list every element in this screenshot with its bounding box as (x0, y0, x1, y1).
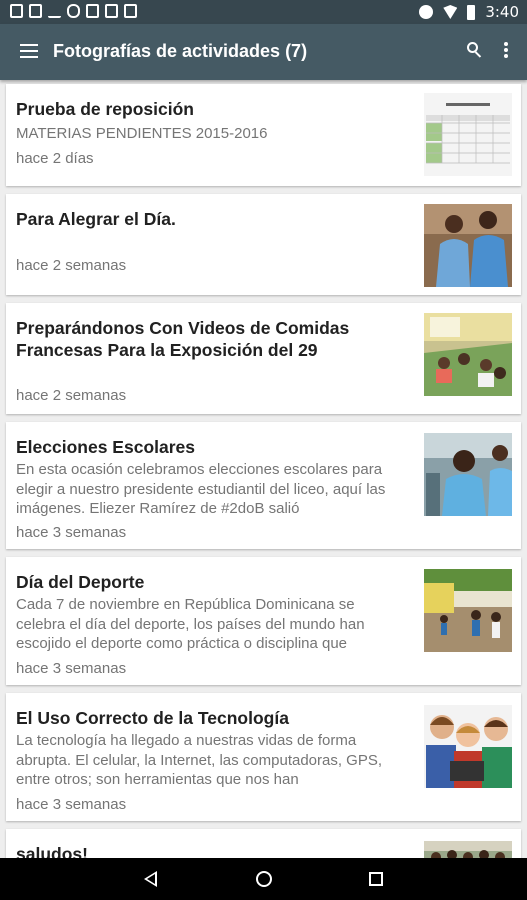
search-icon[interactable] (466, 41, 486, 61)
post-title: Preparándonos Con Videos de Comidas Fran… (16, 318, 350, 360)
post-thumbnail (424, 841, 512, 858)
post-list: Prueba de reposición MATERIAS PENDIENTES… (0, 80, 527, 858)
clock: 3:40 (485, 3, 519, 21)
post-excerpt: La tecnología ha llegado a nuestras vida… (16, 732, 383, 788)
post-thumbnail (424, 313, 512, 396)
post-time: hace 3 semanas (16, 524, 127, 541)
post-time: hace 2 semanas (16, 257, 127, 274)
system-icons: 3:40 (419, 3, 519, 21)
download-icon (48, 4, 61, 18)
post-thumbnail (424, 705, 512, 788)
notification-icon (10, 4, 23, 18)
post-card[interactable]: Día del Deporte Cada 7 de noviembre en R… (6, 557, 521, 685)
system-navigation-bar (0, 858, 527, 900)
post-thumbnail (424, 93, 512, 176)
voicemail-icon (67, 4, 80, 18)
shop-icon (124, 4, 137, 18)
gallery-icon (105, 4, 118, 18)
post-card[interactable]: saludos! (6, 829, 521, 858)
notification-icons (10, 4, 137, 18)
post-title: Día del Deporte (16, 572, 145, 592)
hamburger-menu-icon[interactable] (20, 44, 38, 58)
post-title: Para Alegrar el Día. (16, 209, 176, 229)
post-title: saludos! (16, 844, 88, 858)
recents-icon[interactable] (369, 872, 383, 886)
status-bar: 3:40 (0, 0, 527, 24)
post-card[interactable]: Para Alegrar el Día. hace 2 semanas (6, 194, 521, 295)
battery-icon (467, 4, 476, 20)
post-excerpt: Cada 7 de noviembre en República Dominic… (16, 596, 365, 652)
post-title: Prueba de reposición (16, 99, 194, 119)
home-icon[interactable] (256, 871, 272, 887)
post-time: hace 3 semanas (16, 796, 127, 813)
post-card[interactable]: Preparándonos Con Videos de Comidas Fran… (6, 303, 521, 414)
back-icon[interactable] (144, 871, 157, 887)
image-icon (86, 4, 99, 18)
overflow-menu-icon[interactable] (502, 42, 510, 60)
post-time: hace 2 semanas (16, 387, 127, 404)
post-card[interactable]: Prueba de reposición MATERIAS PENDIENTES… (6, 84, 521, 186)
sound-icon (419, 5, 434, 19)
post-thumbnail (424, 433, 512, 516)
post-excerpt: En esta ocasión celebramos elecciones es… (16, 461, 386, 517)
app-bar: Fotografías de actividades (7) (0, 24, 527, 80)
post-time: hace 2 días (16, 150, 94, 167)
post-time: hace 3 semanas (16, 660, 127, 677)
screenshot-icon (29, 4, 42, 18)
post-excerpt: MATERIAS PENDIENTES 2015-2016 (16, 125, 268, 142)
page-title: Fotografías de actividades (7) (53, 41, 308, 61)
post-title: Elecciones Escolares (16, 437, 195, 457)
post-card[interactable]: Elecciones Escolares En esta ocasión cel… (6, 422, 521, 549)
post-card[interactable]: El Uso Correcto de la Tecnología La tecn… (6, 693, 521, 821)
wifi-icon (443, 5, 458, 19)
post-thumbnail (424, 204, 512, 287)
post-thumbnail (424, 569, 512, 652)
post-title: El Uso Correcto de la Tecnología (16, 708, 289, 728)
